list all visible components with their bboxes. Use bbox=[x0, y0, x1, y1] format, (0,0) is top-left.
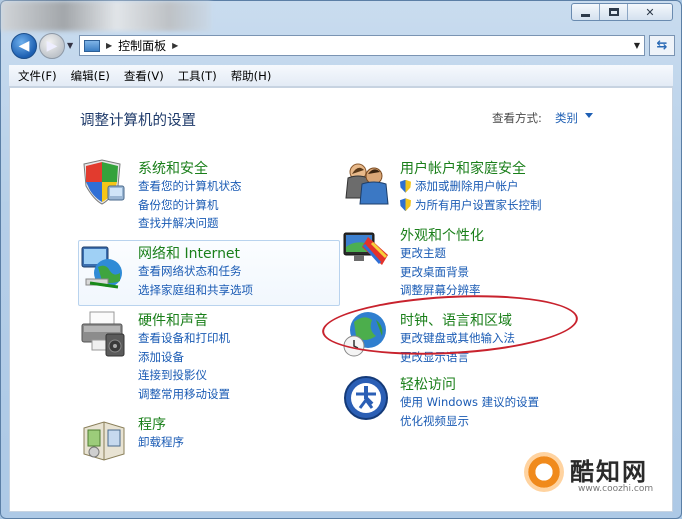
address-bar[interactable]: ▶ 控制面板 ▶ ▼ bbox=[79, 35, 645, 56]
recent-pages-dropdown[interactable]: ▼ bbox=[67, 41, 73, 50]
shield-icon[interactable] bbox=[80, 158, 128, 206]
link-connect-projector[interactable]: 连接到投影仪 bbox=[138, 366, 230, 385]
link-devices-printers[interactable]: 查看设备和打印机 bbox=[138, 329, 230, 348]
watermark-brand: 酷知网 bbox=[570, 458, 648, 486]
breadcrumb-control-panel[interactable]: 控制面板 bbox=[118, 37, 166, 54]
menu-tools[interactable]: 工具(T) bbox=[173, 68, 226, 84]
category-title[interactable]: 程序 bbox=[138, 414, 166, 434]
page-title: 调整计算机的设置 bbox=[80, 113, 196, 129]
category-appearance: 外观和个性化 更改主题 更改桌面背景 调整屏幕分辨率 bbox=[342, 225, 642, 297]
arrow-left-icon: ◀ bbox=[18, 38, 30, 54]
watermark: 酷知网 www.coozhi.com bbox=[518, 446, 668, 506]
category-title[interactable]: 外观和个性化 bbox=[400, 225, 484, 245]
users-icon[interactable] bbox=[342, 158, 390, 206]
ease-of-access-icon[interactable] bbox=[342, 374, 390, 422]
display-paint-icon[interactable] bbox=[342, 225, 390, 273]
link-uninstall-program[interactable]: 卸载程序 bbox=[138, 433, 184, 452]
category-title[interactable]: 用户帐户和家庭安全 bbox=[400, 158, 526, 178]
category-title[interactable]: 硬件和声音 bbox=[138, 310, 208, 330]
category-system-security: 系统和安全 查看您的计算机状态 备份您的计算机 查找并解决问题 bbox=[80, 158, 340, 238]
link-add-device[interactable]: 添加设备 bbox=[138, 348, 230, 367]
printer-icon[interactable] bbox=[80, 310, 128, 358]
category-programs: 程序 卸载程序 bbox=[80, 414, 340, 464]
address-dropdown-icon[interactable]: ▼ bbox=[634, 41, 640, 50]
view-by-dropdown[interactable]: 类别 bbox=[555, 110, 578, 126]
refresh-button[interactable]: ⇆ bbox=[649, 35, 675, 56]
minimize-button[interactable] bbox=[572, 4, 600, 20]
category-ease-of-access: 轻松访问 使用 Windows 建议的设置 优化视频显示 bbox=[342, 374, 642, 428]
uac-shield-icon bbox=[400, 198, 411, 212]
arrow-right-icon: ▶ bbox=[46, 38, 58, 54]
category-network-internet: 网络和 Internet 查看网络状态和任务 选择家庭组和共享选项 bbox=[80, 243, 340, 303]
menu-bar: 文件(F) 编辑(E) 查看(V) 工具(T) 帮助(H) bbox=[9, 65, 673, 87]
refresh-icon: ⇆ bbox=[656, 38, 668, 53]
view-by-label: 查看方式: bbox=[492, 111, 542, 125]
uac-shield-icon bbox=[400, 179, 411, 193]
chevron-down-icon[interactable] bbox=[585, 113, 593, 118]
category-title[interactable]: 轻松访问 bbox=[400, 374, 456, 394]
window-frame: ✕ ◀ ▶ ▼ ▶ 控制面板 ▶ ▼ ⇆ 文件(F) 编辑(E) 查看(V) 工… bbox=[0, 0, 682, 519]
blurred-background bbox=[1, 1, 211, 31]
programs-box-icon[interactable] bbox=[80, 414, 128, 462]
category-title[interactable]: 网络和 Internet bbox=[138, 243, 240, 263]
link-optimize-video-display[interactable]: 优化视频显示 bbox=[400, 412, 539, 431]
menu-view[interactable]: 查看(V) bbox=[119, 68, 173, 84]
link-backup-computer[interactable]: 备份您的计算机 bbox=[138, 196, 242, 215]
link-mobility-settings[interactable]: 调整常用移动设置 bbox=[138, 385, 230, 404]
link-change-theme[interactable]: 更改主题 bbox=[400, 244, 481, 263]
link-homegroup-sharing[interactable]: 选择家庭组和共享选项 bbox=[138, 281, 253, 300]
link-view-computer-status[interactable]: 查看您的计算机状态 bbox=[138, 177, 242, 196]
menu-file[interactable]: 文件(F) bbox=[13, 68, 66, 84]
minimize-icon bbox=[581, 13, 590, 17]
navigation-bar: ◀ ▶ ▼ ▶ 控制面板 ▶ ▼ ⇆ bbox=[9, 33, 675, 59]
back-button[interactable]: ◀ bbox=[11, 33, 37, 59]
breadcrumb-separator-icon[interactable]: ▶ bbox=[172, 41, 178, 50]
menu-edit[interactable]: 编辑(E) bbox=[66, 68, 119, 84]
watermark-url: www.coozhi.com bbox=[578, 484, 654, 494]
close-icon: ✕ bbox=[645, 5, 655, 19]
coozhi-logo-icon bbox=[524, 452, 564, 492]
forward-button[interactable]: ▶ bbox=[39, 33, 65, 59]
close-button[interactable]: ✕ bbox=[628, 4, 672, 20]
category-title[interactable]: 系统和安全 bbox=[138, 158, 208, 178]
category-hardware-sound: 硬件和声音 查看设备和打印机 添加设备 连接到投影仪 调整常用移动设置 bbox=[80, 310, 340, 405]
link-parental-controls[interactable]: 为所有用户设置家长控制 bbox=[400, 196, 542, 215]
maximize-icon bbox=[608, 8, 619, 16]
breadcrumb-separator-icon[interactable]: ▶ bbox=[106, 41, 112, 50]
content-pane: 调整计算机的设置 查看方式: 类别 系统和安全 查看您的计算机状态 备份您的计算… bbox=[9, 87, 673, 512]
network-globe-icon[interactable] bbox=[80, 243, 128, 291]
category-user-accounts: 用户帐户和家庭安全 添加或删除用户帐户 为所有用户设置家长控制 bbox=[342, 158, 642, 218]
link-network-status[interactable]: 查看网络状态和任务 bbox=[138, 262, 253, 281]
link-change-desktop-background[interactable]: 更改桌面背景 bbox=[400, 263, 481, 282]
link-troubleshoot[interactable]: 查找并解决问题 bbox=[138, 214, 242, 233]
caption-buttons: ✕ bbox=[571, 3, 673, 21]
menu-help[interactable]: 帮助(H) bbox=[226, 68, 281, 84]
link-windows-suggested-settings[interactable]: 使用 Windows 建议的设置 bbox=[400, 393, 539, 412]
maximize-button[interactable] bbox=[600, 4, 628, 20]
control-panel-icon bbox=[84, 39, 100, 52]
link-add-remove-users[interactable]: 添加或删除用户帐户 bbox=[400, 177, 542, 196]
